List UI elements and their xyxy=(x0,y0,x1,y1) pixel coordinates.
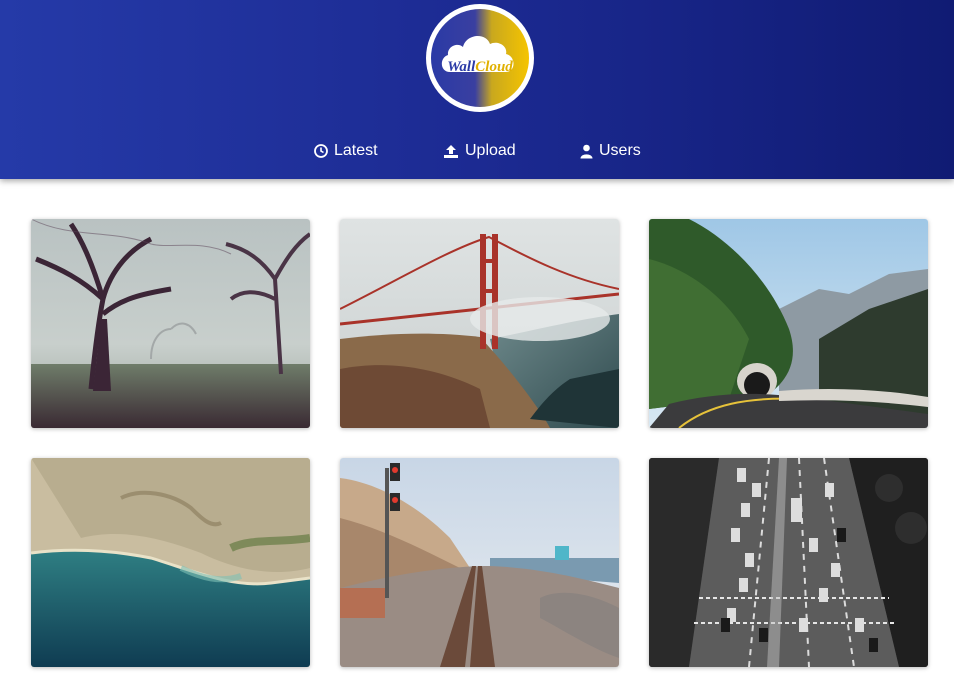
railroad-tracks-beach-photo xyxy=(340,458,619,667)
foggy-trees-photo xyxy=(31,219,310,428)
gallery-card[interactable] xyxy=(340,458,619,667)
clock-icon xyxy=(314,144,328,158)
nav-users-label: Users xyxy=(599,142,641,159)
golden-gate-bridge-photo xyxy=(340,219,619,428)
nav-users[interactable]: Users xyxy=(580,138,641,164)
upload-icon xyxy=(444,144,458,158)
logo-text-cloud: Cloud xyxy=(475,59,513,75)
gallery-card[interactable] xyxy=(31,219,310,428)
nav-upload[interactable]: Upload xyxy=(443,138,516,164)
nav-upload-label: Upload xyxy=(465,142,516,159)
mountain-road-tunnel-photo xyxy=(649,219,928,428)
user-icon xyxy=(580,144,593,158)
svg-text:WallCloud: WallCloud xyxy=(447,59,513,75)
gallery-card[interactable] xyxy=(340,219,619,428)
nav-latest[interactable]: Latest xyxy=(314,138,378,164)
logo-text-wall: Wall xyxy=(447,59,476,75)
gallery-card[interactable] xyxy=(649,458,928,667)
coastline-aerial-photo xyxy=(31,458,310,667)
nav-latest-label: Latest xyxy=(334,142,378,159)
gallery-card[interactable] xyxy=(649,219,928,428)
header-bar: WallCloud Latest Upload Users xyxy=(0,0,954,179)
wallcloud-logo[interactable]: WallCloud xyxy=(426,4,534,112)
highway-traffic-aerial-photo xyxy=(649,458,928,667)
gallery-card[interactable] xyxy=(31,458,310,667)
cloud-logo-icon: WallCloud xyxy=(431,9,529,107)
